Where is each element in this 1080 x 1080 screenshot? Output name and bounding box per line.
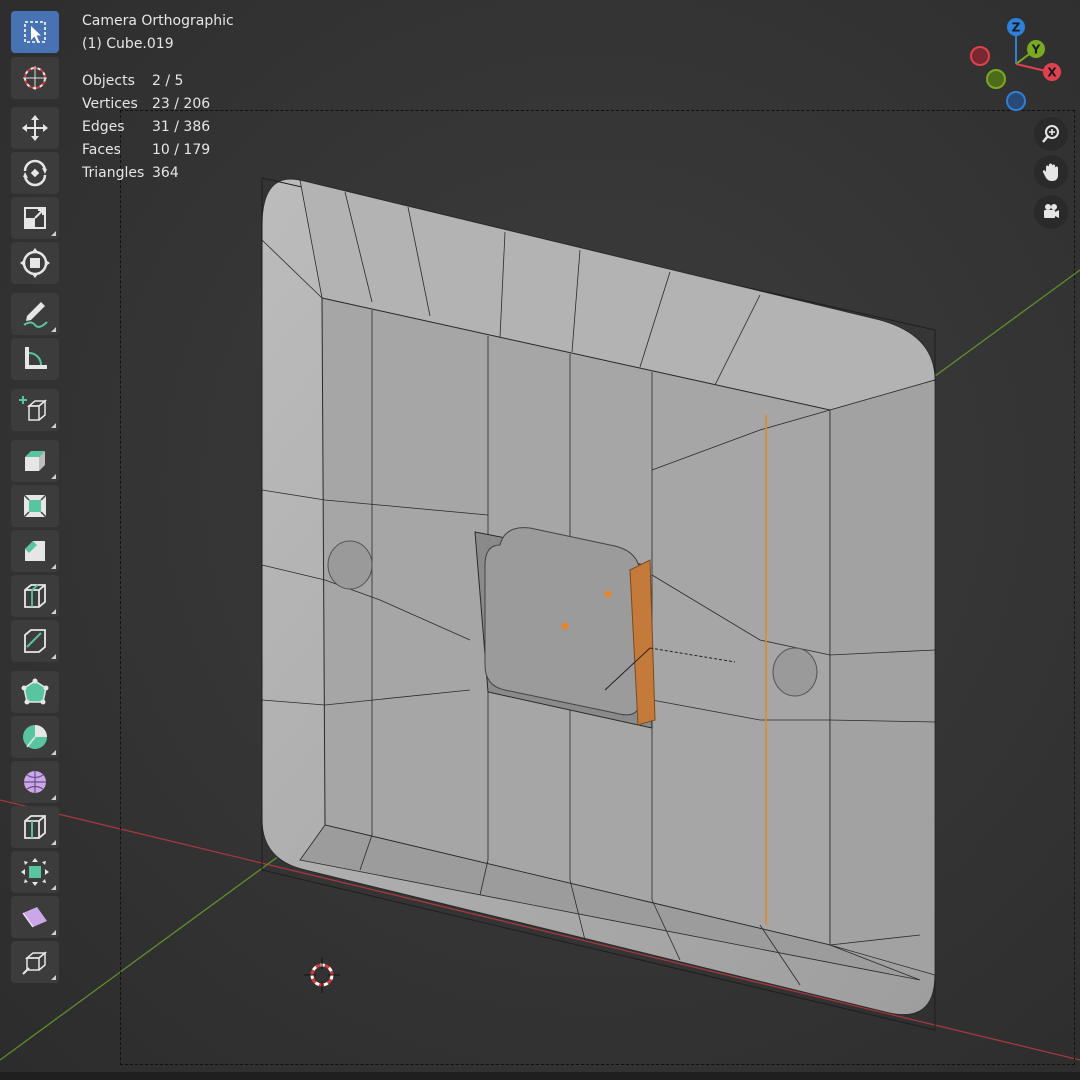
add-cube-icon xyxy=(19,396,48,421)
poly-build-tool[interactable] xyxy=(11,671,59,713)
rip-region-icon xyxy=(22,951,48,975)
extrude-region-tool[interactable] xyxy=(11,440,59,482)
navigation-gizmo[interactable]: Z Y X xyxy=(966,14,1066,114)
stat-row-faces: Faces 10 / 179 xyxy=(82,139,234,162)
shrink-fatten-tool[interactable] xyxy=(11,851,59,893)
stat-row-triangles: Triangles 364 xyxy=(82,162,234,185)
stat-row-edges: Edges 31 / 386 xyxy=(82,116,234,139)
select-box-icon xyxy=(24,21,46,43)
transform-tool[interactable] xyxy=(11,242,59,284)
scale-tool[interactable] xyxy=(11,197,59,239)
view-mode-label: Camera Orthographic xyxy=(82,13,234,29)
measure-tool[interactable] xyxy=(11,338,59,380)
shrink-fatten-icon xyxy=(21,858,49,886)
edge-slide-icon xyxy=(24,815,46,839)
scene-statistics: Objects 2 / 5 Vertices 23 / 206 Edges 31 / … xyxy=(82,70,234,185)
stat-row-vertices: Vertices 23 / 206 xyxy=(82,93,234,116)
measure-icon xyxy=(25,347,47,369)
pan-button[interactable] xyxy=(1034,155,1068,189)
zoom-icon xyxy=(1042,125,1059,143)
move-icon xyxy=(22,115,48,141)
extrude-region-icon xyxy=(25,451,45,471)
add-cube-tool[interactable] xyxy=(11,389,59,431)
neg-x-axis-handle xyxy=(970,46,990,66)
stat-value: 23 / 206 xyxy=(152,96,211,112)
wall-plate-mesh xyxy=(261,177,936,1031)
rotate-tool[interactable] xyxy=(11,152,59,194)
viewport-info-overlay: Camera Orthographic (1) Cube.019 Objects… xyxy=(82,10,234,185)
move-tool[interactable] xyxy=(11,107,59,149)
edge-slide-tool[interactable] xyxy=(11,806,59,848)
scale-icon xyxy=(24,207,46,229)
poly-build-icon xyxy=(21,678,49,705)
stat-label: Vertices xyxy=(82,96,138,112)
stat-label: Objects xyxy=(82,73,135,89)
z-axis-label: Z xyxy=(1012,21,1021,35)
cursor-icon xyxy=(23,66,47,90)
spin-icon xyxy=(23,725,47,749)
shear-tool[interactable] xyxy=(11,896,59,938)
stat-value: 10 / 179 xyxy=(152,142,211,158)
status-bar xyxy=(0,1072,1080,1080)
loop-cut-tool[interactable] xyxy=(11,575,59,617)
knife-icon xyxy=(24,629,46,653)
annotate-icon xyxy=(23,302,48,328)
neg-y-axis-handle xyxy=(986,69,1006,89)
x-axis-label: X xyxy=(1047,66,1057,80)
shear-icon xyxy=(22,907,47,928)
smooth-icon xyxy=(24,771,46,793)
stat-label: Faces xyxy=(82,142,121,158)
3d-viewport[interactable]: Camera Orthographic (1) Cube.019 Objects… xyxy=(0,0,1080,1080)
stat-label: Triangles xyxy=(82,165,145,181)
loop-cut-icon xyxy=(24,584,46,608)
zoom-button[interactable] xyxy=(1034,117,1068,151)
inset-faces-icon xyxy=(23,494,47,518)
stat-label: Edges xyxy=(82,119,125,135)
rip-region-tool[interactable] xyxy=(11,941,59,983)
rotate-icon xyxy=(23,159,47,187)
stat-value: 364 xyxy=(152,165,179,181)
neg-z-axis-handle xyxy=(1006,91,1026,111)
stat-value: 2 / 5 xyxy=(152,73,184,89)
spin-tool[interactable] xyxy=(11,716,59,758)
3d-cursor-icon xyxy=(304,957,340,993)
select-box-tool[interactable] xyxy=(11,11,59,53)
transform-icon xyxy=(20,248,50,278)
stat-row-objects: Objects 2 / 5 xyxy=(82,70,234,93)
hand-pan-icon xyxy=(1042,163,1058,181)
inset-faces-tool[interactable] xyxy=(11,485,59,527)
bevel-icon xyxy=(25,541,45,561)
annotate-tool[interactable] xyxy=(11,293,59,335)
knife-tool[interactable] xyxy=(11,620,59,662)
bevel-tool[interactable] xyxy=(11,530,59,572)
camera-view-button[interactable] xyxy=(1034,195,1068,229)
y-axis-label: Y xyxy=(1031,43,1041,57)
stat-value: 31 / 386 xyxy=(152,119,211,135)
active-object-label: (1) Cube.019 xyxy=(82,36,174,52)
cursor-tool[interactable] xyxy=(11,57,59,99)
camera-view-icon xyxy=(1044,204,1059,218)
smooth-tool[interactable] xyxy=(11,761,59,803)
